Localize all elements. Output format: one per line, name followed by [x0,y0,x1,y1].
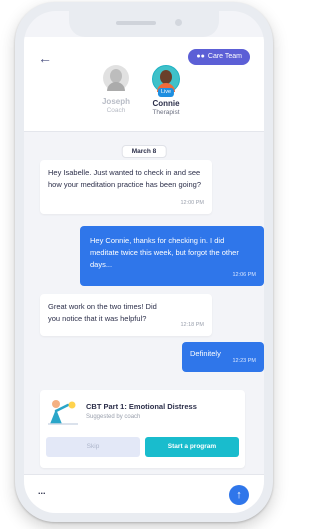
message-incoming: Great work on the two times! Did you not… [40,294,212,336]
phone-frame: ← ●● Care Team Joseph Coach Live Connie … [15,2,273,522]
phone-notch [69,11,219,37]
message-outgoing: Definitely 12:23 PM [182,342,264,372]
message-time: 12:06 PM [232,272,256,278]
chat-header: ← ●● Care Team Joseph Coach Live Connie … [24,37,264,132]
app-screen: ← ●● Care Team Joseph Coach Live Connie … [24,11,264,513]
front-camera [175,19,182,26]
message-text: Definitely [190,349,221,358]
message-time: 12:00 PM [180,200,204,206]
care-team-label: Care Team [207,53,242,60]
date-separator: March 8 [121,145,167,158]
back-arrow-icon[interactable]: ← [38,51,52,65]
arrow-up-icon: ↑ [236,489,242,501]
speaker-grille [116,21,156,25]
start-program-button[interactable]: Start a program [145,437,239,457]
message-text: Hey Isabelle. Just wanted to check in an… [48,168,202,189]
message-time: 12:18 PM [180,322,204,328]
participant-name: Connie [152,99,180,108]
message-composer[interactable]: ... ↑ [24,474,264,513]
message-time: 12:23 PM [232,358,256,364]
program-subtitle: Suggested by coach [86,414,141,420]
live-badge: Live [157,88,175,97]
send-button[interactable]: ↑ [229,485,249,505]
avatar: Live [152,65,180,97]
program-title: CBT Part 1: Emotional Distress [86,402,197,411]
care-team-button[interactable]: ●● Care Team [188,49,250,65]
avatar [103,65,129,91]
participant-connie[interactable]: Live Connie Therapist [136,65,196,116]
message-text: Great work on the two times! Did you not… [48,302,157,323]
program-card: CBT Part 1: Emotional Distress Suggested… [40,390,245,468]
meditation-illustration-icon [48,400,78,425]
message-outgoing: Hey Connie, thanks for checking in. I di… [80,226,264,286]
skip-button[interactable]: Skip [46,437,140,457]
message-input[interactable]: ... [38,486,46,496]
people-icon: ●● [196,53,205,60]
message-text: Hey Connie, thanks for checking in. I di… [90,236,239,269]
message-incoming: Hey Isabelle. Just wanted to check in an… [40,160,212,214]
participant-role: Therapist [152,109,180,116]
